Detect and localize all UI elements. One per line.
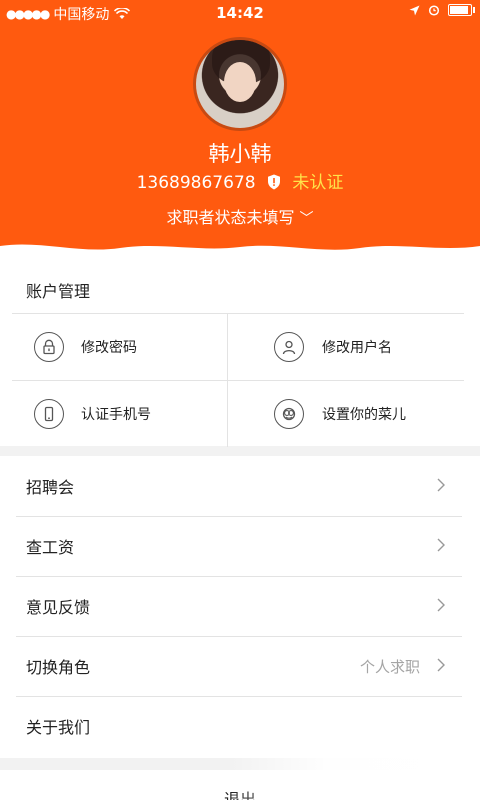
- chevron-right-icon: [437, 478, 445, 492]
- shield-icon: [267, 174, 280, 190]
- location-arrow-icon: [409, 5, 420, 15]
- menu-item-label: 切换角色: [26, 658, 91, 677]
- menu-item-feedback[interactable]: 意见反馈: [16, 576, 462, 637]
- header-wave-edge: [0, 244, 480, 258]
- alarm-icon: [428, 5, 440, 16]
- change-username-label: 修改用户名: [322, 340, 392, 356]
- job-status-selector[interactable]: 求职者状态未填写 ﹀: [0, 204, 480, 228]
- menu-item-job-fair[interactable]: 招聘会: [16, 456, 462, 517]
- chevron-right-icon: [437, 658, 445, 672]
- change-password-label: 修改密码: [81, 340, 137, 356]
- flower-icon: [274, 399, 304, 429]
- set-your-dish-button[interactable]: 设置你的菜儿: [228, 381, 443, 447]
- status-bar: ●●●●● 中国移动 14:42: [0, 0, 480, 26]
- job-status-text: 求职者状态未填写: [166, 208, 295, 227]
- menu-item-label: 招聘会: [26, 478, 75, 497]
- logout-button[interactable]: 退出: [0, 770, 480, 800]
- menu-item-label: 关于我们: [26, 718, 91, 737]
- account-management-section: 账户管理 修改密码 修改用户名 认证手机号 设置你的菜儿: [0, 258, 480, 447]
- verify-phone-button[interactable]: 认证手机号: [12, 381, 227, 447]
- section-title: 账户管理: [26, 282, 91, 301]
- clock: 14:42: [216, 4, 264, 22]
- lock-icon: [34, 332, 64, 362]
- current-role-value: 个人求职: [359, 657, 420, 676]
- phone-verify-row: 13689867678 未认证: [0, 168, 480, 193]
- menu-list: 招聘会 查工资 意见反馈 切换角色 个人求职 关于我们: [0, 456, 480, 758]
- menu-item-label: 意见反馈: [26, 598, 91, 617]
- avatar[interactable]: [193, 37, 287, 131]
- account-grid: 修改密码 修改用户名 认证手机号 设置你的菜儿: [12, 313, 464, 447]
- menu-item-switch-role[interactable]: 切换角色 个人求职: [16, 636, 462, 697]
- chevron-right-icon: [437, 538, 445, 552]
- change-password-button[interactable]: 修改密码: [12, 314, 227, 380]
- change-username-button[interactable]: 修改用户名: [228, 314, 443, 380]
- chevron-down-icon: ﹀: [299, 211, 314, 227]
- verify-status[interactable]: 未认证: [292, 173, 343, 193]
- menu-item-label: 查工资: [26, 538, 75, 557]
- menu-item-check-salary[interactable]: 查工资: [16, 516, 462, 577]
- user-icon: [274, 332, 304, 362]
- verify-phone-label: 认证手机号: [81, 407, 151, 423]
- profile-header: ●●●●● 中国移动 14:42 韩小韩 13689867678 未认证 求职者…: [0, 0, 480, 258]
- logout-label: 退出: [223, 790, 256, 800]
- phone-number: 13689867678: [136, 173, 256, 193]
- phone-icon: [34, 399, 64, 429]
- battery-icon: [448, 4, 475, 16]
- set-your-dish-label: 设置你的菜儿: [322, 407, 406, 423]
- menu-item-about-us[interactable]: 关于我们: [16, 696, 462, 756]
- chevron-right-icon: [437, 598, 445, 612]
- user-name: 韩小韩: [208, 142, 272, 166]
